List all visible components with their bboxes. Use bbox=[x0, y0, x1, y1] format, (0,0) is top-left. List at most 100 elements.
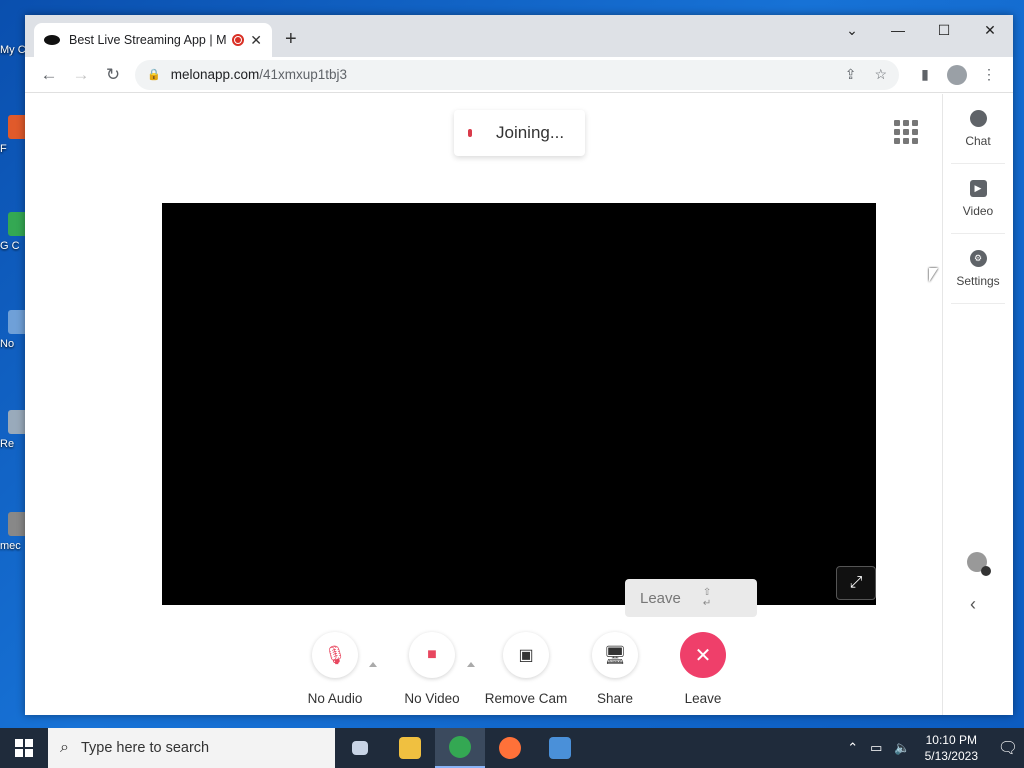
desktop-icon-notepad[interactable]: No bbox=[0, 310, 28, 350]
system-tray: ⌃ ▭ 🔈 10:10 PM 5/13/2023 🗨 bbox=[841, 728, 1024, 768]
sidebar-item-settings[interactable]: ⚙ Settings bbox=[951, 234, 1005, 304]
sidebar-item-chat[interactable]: Chat bbox=[951, 94, 1005, 164]
desktop-icon-this-pc[interactable]: My C bbox=[0, 40, 26, 56]
leave-control[interactable]: ✕ Leave bbox=[659, 632, 747, 706]
title-bar: Best Live Streaming App | Me ✕ + ⌄ — ☐ ✕ bbox=[25, 15, 1013, 57]
status-indicator-icon bbox=[468, 129, 472, 137]
video-stage: ⤢ bbox=[162, 203, 876, 605]
desktop-icon-chrome[interactable]: G C bbox=[0, 212, 28, 252]
taskbar: ⌕ Type here to search ⌃ ▭ 🔈 10:10 PM 5/1… bbox=[0, 728, 1024, 768]
monitor-icon[interactable]: 🖥 bbox=[592, 632, 638, 678]
tooltip-shortcut: ⇧ ↵ bbox=[702, 587, 728, 609]
browser-window: Best Live Streaming App | Me ✕ + ⌄ — ☐ ✕… bbox=[25, 15, 1013, 715]
share-icon[interactable]: ⇪ bbox=[845, 66, 857, 83]
firefox-taskbar-button[interactable] bbox=[485, 728, 535, 768]
back-button[interactable]: ← bbox=[33, 60, 65, 90]
desktop-icon-label: F bbox=[0, 143, 7, 155]
desktop-icon-media[interactable]: mec bbox=[0, 512, 28, 552]
right-sidebar: Chat ▶ Video ⚙ Settings ‹ bbox=[942, 94, 1013, 715]
close-window-button[interactable]: ✕ bbox=[967, 15, 1013, 45]
video-options-caret-icon[interactable] bbox=[467, 662, 475, 667]
browser-toolbar: ← → ↻ 🔒 melonapp.com/41xmxup1tbj3 ⇪ ☆ ▮ … bbox=[25, 57, 1013, 93]
remote-desktop-icon bbox=[549, 737, 571, 759]
bookmark-star-icon[interactable]: ☆ bbox=[874, 66, 887, 83]
chrome-icon bbox=[449, 736, 471, 758]
remove-camera-icon[interactable]: ▣ bbox=[503, 632, 549, 678]
maximize-button[interactable]: ☐ bbox=[921, 15, 967, 45]
minimize-button[interactable]: — bbox=[875, 15, 921, 45]
desktop-icon-label: My C bbox=[0, 44, 26, 56]
tooltip-label: Leave bbox=[640, 589, 681, 607]
camera-icon[interactable]: ■ bbox=[409, 632, 455, 678]
new-tab-button[interactable]: + bbox=[285, 28, 297, 51]
forward-button[interactable]: → bbox=[65, 60, 97, 90]
notifications-icon[interactable]: 🗨 bbox=[992, 728, 1024, 768]
search-icon: ⌕ bbox=[60, 739, 69, 756]
sidebar-item-label: Settings bbox=[956, 273, 1000, 288]
clock[interactable]: 10:10 PM 5/13/2023 bbox=[925, 732, 978, 764]
sidebar-item-video[interactable]: ▶ Video bbox=[951, 164, 1005, 234]
meeting-page: Joining... ⤢ Leave ⇧ ↵ 🎙 No Audio ■ No V… bbox=[25, 94, 1013, 715]
file-explorer-button[interactable] bbox=[385, 728, 435, 768]
remove-cam-label: Remove Cam bbox=[484, 691, 568, 706]
network-icon[interactable]: ▭ bbox=[870, 740, 882, 756]
leave-label: Leave bbox=[684, 691, 722, 706]
side-panel-icon[interactable]: ▮ bbox=[909, 66, 941, 83]
firefox-icon bbox=[499, 737, 521, 759]
chevron-left-icon[interactable]: ‹ bbox=[970, 594, 976, 615]
clock-date: 5/13/2023 bbox=[924, 749, 978, 763]
remove-cam-control[interactable]: ▣ Remove Cam bbox=[481, 632, 571, 706]
task-view-button[interactable] bbox=[335, 728, 385, 768]
taskbar-search-input[interactable]: ⌕ Type here to search bbox=[48, 728, 335, 768]
start-button[interactable] bbox=[0, 728, 48, 768]
call-controls: 🎙 No Audio ■ No Video ▣ Remove Cam 🖥 Sha… bbox=[295, 632, 747, 706]
apps-grid-icon[interactable] bbox=[894, 120, 918, 144]
desktop-icon-label: mec bbox=[0, 540, 21, 552]
task-view-icon bbox=[352, 741, 368, 755]
reload-button[interactable]: ↻ bbox=[97, 60, 129, 90]
sidebar-item-label: Chat bbox=[965, 133, 991, 148]
chevron-up-icon[interactable]: ⌃ bbox=[847, 740, 858, 756]
audio-options-caret-icon[interactable] bbox=[369, 662, 377, 667]
tab-search-button[interactable]: ⌄ bbox=[829, 15, 875, 45]
clock-time: 10:10 PM bbox=[925, 733, 977, 747]
status-text: Joining... bbox=[496, 123, 565, 142]
volume-icon[interactable]: 🔈 bbox=[894, 740, 910, 756]
address-bar[interactable]: 🔒 melonapp.com/41xmxup1tbj3 ⇪ ☆ bbox=[135, 59, 899, 90]
joining-status: Joining... bbox=[454, 110, 585, 156]
mouse-cursor-icon bbox=[929, 268, 938, 282]
no-video-control[interactable]: ■ No Video bbox=[383, 632, 481, 706]
no-audio-control[interactable]: 🎙 No Audio bbox=[295, 632, 377, 706]
fullscreen-button[interactable]: ⤢ bbox=[836, 566, 876, 600]
sidebar-item-label: Video bbox=[962, 203, 994, 218]
desktop-icon-label: No bbox=[0, 338, 15, 350]
search-placeholder: Type here to search bbox=[80, 740, 210, 756]
no-video-label: No Video bbox=[404, 691, 460, 706]
remote-desktop-taskbar-button[interactable] bbox=[535, 728, 585, 768]
desktop-icon-recycle-bin[interactable]: Re bbox=[0, 410, 28, 450]
lock-icon[interactable]: 🔒 bbox=[147, 68, 161, 81]
recording-icon bbox=[232, 34, 245, 46]
window-controls: ⌄ — ☐ ✕ bbox=[829, 15, 1013, 45]
close-icon[interactable]: ✕ bbox=[680, 632, 726, 678]
advanced-settings-icon[interactable] bbox=[967, 552, 991, 576]
desktop-icon-label: G C bbox=[0, 240, 20, 252]
desktop-icon-label: Re bbox=[0, 438, 15, 450]
tab-title: Best Live Streaming App | Me bbox=[69, 33, 227, 47]
leave-tooltip: Leave ⇧ ↵ bbox=[625, 579, 757, 617]
play-icon: ▶ bbox=[969, 179, 987, 197]
url-path: /41xmxup1tbj3 bbox=[259, 67, 348, 82]
browser-tab[interactable]: Best Live Streaming App | Me ✕ bbox=[34, 23, 272, 57]
desktop-icon-app[interactable]: F bbox=[0, 115, 28, 155]
chat-icon bbox=[969, 109, 987, 127]
close-tab-icon[interactable]: ✕ bbox=[250, 32, 262, 49]
profile-avatar[interactable] bbox=[947, 64, 967, 85]
chrome-taskbar-button[interactable] bbox=[435, 728, 485, 768]
share-control[interactable]: 🖥 Share bbox=[571, 632, 659, 706]
mic-off-icon[interactable]: 🎙 bbox=[312, 632, 358, 678]
file-explorer-icon bbox=[399, 737, 421, 759]
more-menu-icon[interactable]: ⋮ bbox=[973, 66, 1005, 83]
url-host: melonapp.com bbox=[170, 67, 260, 82]
gear-icon: ⚙ bbox=[969, 249, 987, 267]
share-label: Share bbox=[596, 691, 634, 706]
